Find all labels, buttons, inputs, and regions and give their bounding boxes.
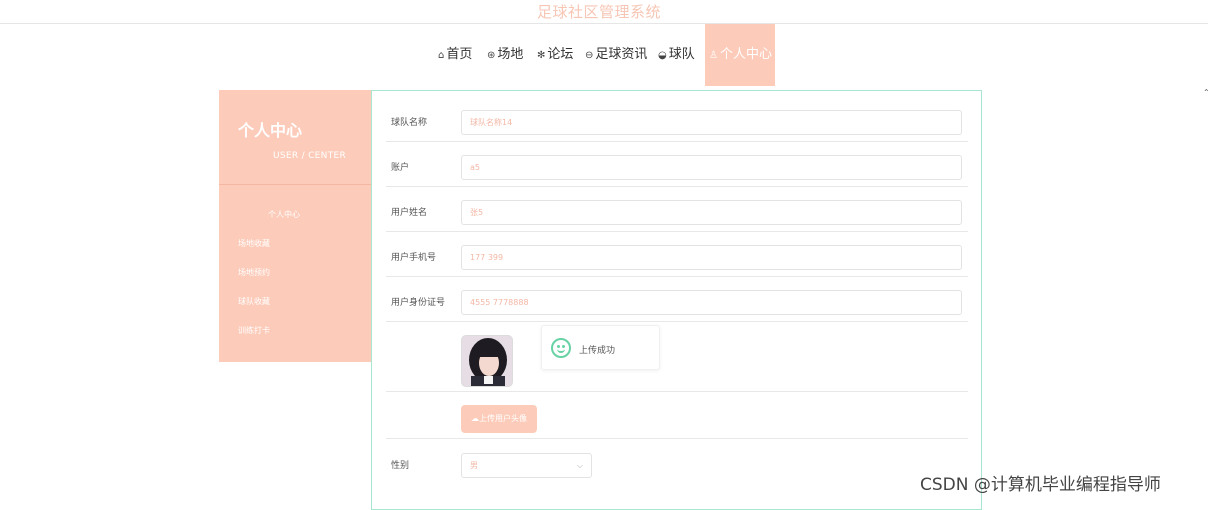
team-icon: ◒ [658,50,667,61]
sidebar: 个人中心 USER / CENTER 个人中心 场地收藏 场地预约 球队收藏 训… [219,90,372,362]
account-label: 账户 [391,163,410,173]
row-divider [386,186,968,187]
sidebar-item-training-checkin[interactable]: 训练打卡 [238,325,270,336]
sidebar-item-user-center[interactable]: 个人中心 [268,209,300,220]
account-input[interactable]: a5 [461,155,962,180]
phone-label: 用户手机号 [391,253,437,263]
row-divider [386,276,968,277]
user-icon: ♙ [709,50,718,61]
forum-icon: ✻ [537,50,546,61]
home-icon: ⌂ [438,50,445,61]
id-card-input[interactable]: 4555 7778888 [461,290,962,315]
site-title: 足球社区管理系统 [536,3,661,21]
phone-input[interactable]: 177 399 [461,245,962,270]
sidebar-subtitle: USER / CENTER [273,151,347,161]
sidebar-divider [219,184,372,185]
avatar-image [462,336,512,386]
venue-icon: ⊛ [487,50,496,61]
profile-form: 球队名称 球队名称14 账户 a5 用户姓名 张5 用户手机号 177 399 … [371,90,982,510]
sidebar-title: 个人中心 [238,121,303,140]
row-divider [386,438,968,439]
nav-user-center-label: 个人中心 [719,47,772,62]
upload-avatar-button[interactable]: ☁上传用户头像 [461,405,537,433]
chevron-down-icon: ⌵ [576,461,583,470]
main-nav: ⌂ 首页 ⊛ 场地 ✻ 论坛 ⊖ 足球资讯 ◒ 球队 ♙ 个人中心 [0,24,1208,86]
news-icon: ⊖ [585,50,594,61]
upload-success-toast: 上传成功 [541,325,660,370]
gender-label: 性别 [391,461,410,471]
user-name-label: 用户姓名 [391,208,428,218]
gender-select[interactable]: 男 ⌵ [461,453,592,478]
team-name-label: 球队名称 [391,118,428,128]
nav-venue-label: 场地 [497,47,524,62]
nav-user-center[interactable]: ♙ 个人中心 [705,24,775,86]
nav-venue[interactable]: ⊛ 场地 [487,24,523,86]
nav-news-label: 足球资讯 [595,47,648,62]
nav-team-label: 球队 [668,47,695,62]
row-divider [386,391,968,392]
watermark: CSDN @计算机毕业编程指导师 [920,475,1161,495]
nav-team[interactable]: ◒ 球队 [658,24,695,86]
smile-icon [551,338,571,358]
sidebar-item-venue-booking[interactable]: 场地预约 [238,267,270,278]
id-card-label: 用户身份证号 [391,298,446,308]
sidebar-item-team-favorites[interactable]: 球队收藏 [238,296,270,307]
gender-value: 男 [470,461,478,470]
nav-news[interactable]: ⊖ 足球资讯 [585,24,647,86]
upload-avatar-label: 上传用户头像 [479,414,527,423]
cloud-upload-icon: ☁ [471,414,479,423]
nav-forum[interactable]: ✻ 论坛 [537,24,573,86]
row-divider [386,231,968,232]
toast-message: 上传成功 [579,346,616,356]
scroll-arrow-icon[interactable]: ⌃ [1203,88,1208,97]
user-name-input[interactable]: 张5 [461,200,962,225]
top-bar: 足球社区管理系统 [0,0,1208,24]
team-name-input[interactable]: 球队名称14 [461,110,962,135]
avatar-preview[interactable] [461,335,513,387]
nav-home[interactable]: ⌂ 首页 [438,24,472,86]
row-divider [386,141,968,142]
nav-home-label: 首页 [446,47,473,62]
nav-forum-label: 论坛 [547,47,574,62]
sidebar-item-venue-favorites[interactable]: 场地收藏 [238,238,270,249]
row-divider [386,321,968,322]
